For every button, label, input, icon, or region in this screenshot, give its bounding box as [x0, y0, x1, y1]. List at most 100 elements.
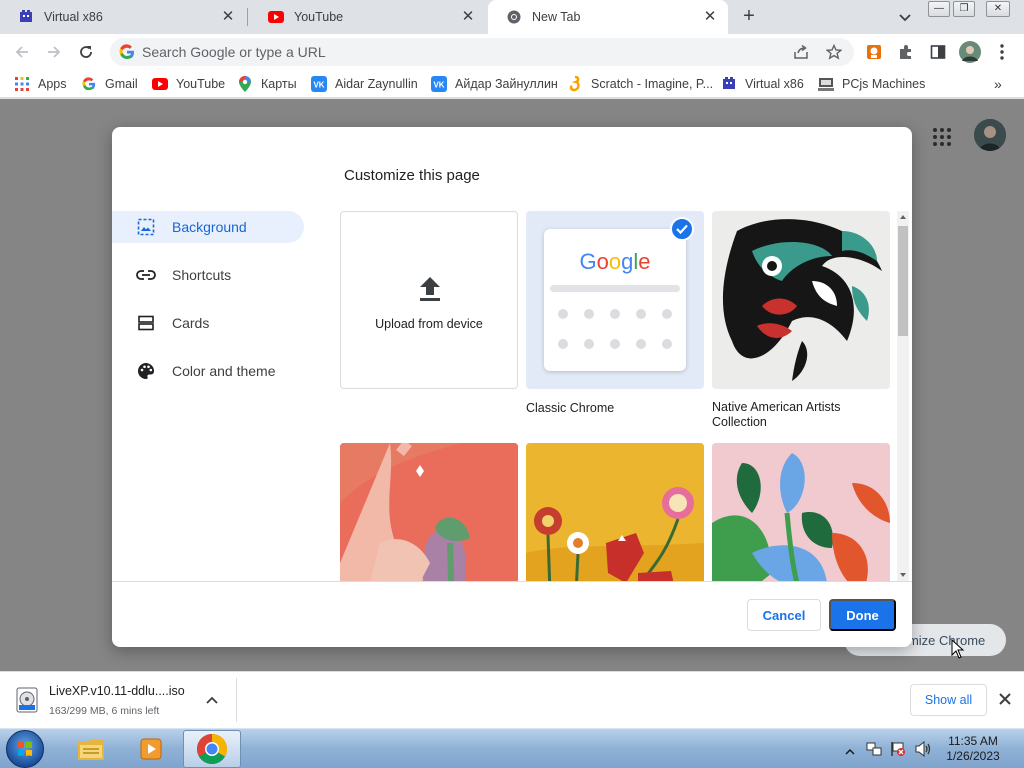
svg-text:VK: VK — [313, 81, 324, 90]
native-american-art-tile[interactable] — [712, 211, 890, 389]
folder-icon — [78, 740, 104, 760]
taskbar-explorer[interactable] — [62, 730, 120, 768]
network-icon[interactable] — [866, 741, 882, 760]
bookmark-label: Карты — [261, 77, 297, 91]
close-tab-icon[interactable]: ✕ — [220, 9, 236, 25]
cancel-button[interactable]: Cancel — [747, 599, 821, 631]
bookmark-pcjs[interactable]: PCjs Machines — [818, 75, 925, 93]
bookmark-star-icon[interactable] — [825, 43, 843, 60]
tab-title: YouTube — [294, 10, 344, 24]
download-status: 163/299 MB, 6 mins left — [49, 705, 160, 717]
x86-icon — [18, 9, 34, 25]
show-all-button[interactable]: Show all — [910, 684, 987, 716]
back-arrow-icon[interactable] — [11, 41, 33, 63]
vk-icon: VK — [431, 76, 447, 92]
side-panel-icon[interactable] — [928, 42, 948, 62]
omnibox[interactable]: Search Google or type a URL — [110, 38, 854, 66]
forward-arrow-icon[interactable] — [43, 41, 65, 63]
iso-file-icon — [15, 687, 39, 716]
restore-window-icon[interactable]: ❐ — [953, 1, 975, 17]
account-avatar[interactable] — [974, 119, 1006, 151]
scratch-icon — [567, 76, 583, 92]
dialog-title: Customize this page — [344, 167, 480, 184]
reload-icon[interactable] — [75, 41, 97, 63]
selected-check-icon — [670, 217, 694, 244]
bookmark-label: Aidar Zaynullin — [335, 77, 418, 91]
browser-toolbar: Search Google or type a URL — [0, 34, 1024, 70]
download-filename[interactable]: LiveXP.v10.11-ddlu....iso — [49, 684, 185, 698]
more-vertical-icon[interactable] — [992, 42, 1012, 62]
upload-icon — [418, 276, 442, 305]
classic-chrome-tile[interactable]: Google — [526, 211, 704, 389]
tray-clock[interactable]: 11:35 AM 1/26/2023 — [940, 734, 1006, 764]
sidebar-item-shortcuts[interactable]: Shortcuts — [112, 259, 304, 291]
tab-new-tab[interactable]: New Tab ✕ — [488, 0, 728, 34]
bookmark-vk-aidar-ru[interactable]: VK Айдар Зайнуллин — [431, 75, 558, 93]
maps-pin-icon — [237, 76, 253, 92]
tab-virtual-x86[interactable]: Virtual x86 ✕ — [0, 0, 246, 34]
image-icon — [136, 217, 156, 237]
close-tab-icon[interactable]: ✕ — [702, 9, 718, 25]
chevron-up-icon[interactable] — [205, 693, 219, 708]
shelf-divider — [236, 678, 237, 722]
upload-from-device-tile[interactable]: Upload from device — [340, 211, 518, 389]
sidebar-item-cards[interactable]: Cards — [112, 307, 304, 339]
bookmark-virtual-x86[interactable]: Virtual x86 — [721, 75, 804, 93]
extension-icon[interactable] — [864, 42, 884, 62]
bookmark-scratch[interactable]: Scratch - Imagine, P... — [567, 75, 713, 93]
action-center-flag-icon[interactable] — [890, 741, 906, 760]
illustration-image-1 — [340, 443, 518, 581]
taskbar-media-player[interactable] — [122, 730, 180, 768]
taskbar-chrome[interactable] — [183, 730, 241, 768]
start-button[interactable] — [6, 730, 44, 768]
sidebar-item-color-theme[interactable]: Color and theme — [112, 355, 304, 387]
bookmark-youtube[interactable]: YouTube — [152, 75, 225, 93]
windows-logo-icon — [18, 741, 32, 756]
sidebar-item-label: Cards — [172, 315, 210, 331]
sidebar-item-background[interactable]: Background — [112, 211, 304, 243]
tray-expand-icon[interactable] — [845, 744, 855, 759]
google-apps-icon[interactable] — [932, 127, 952, 147]
bookmark-label: Gmail — [105, 77, 138, 91]
dialog-scrollbar[interactable] — [897, 211, 909, 581]
x86-icon — [721, 76, 737, 92]
bookmark-gmail[interactable]: Gmail — [81, 75, 138, 93]
share-icon[interactable] — [793, 44, 809, 60]
new-tab-plus-icon[interactable]: + — [738, 6, 760, 28]
chevron-down-icon[interactable] — [896, 8, 914, 26]
illustration-tile-1[interactable] — [340, 443, 518, 581]
palette-icon — [136, 361, 156, 381]
bookmark-apps[interactable]: Apps — [14, 75, 67, 93]
mouse-cursor — [951, 638, 965, 662]
bookmark-vk-aidar[interactable]: VK Aidar Zaynullin — [311, 75, 418, 93]
tab-title: Virtual x86 — [44, 10, 103, 24]
puzzle-extensions-icon[interactable] — [896, 42, 916, 62]
chrome-icon — [506, 9, 522, 25]
link-icon — [136, 265, 156, 285]
tab-strip: Virtual x86 ✕ YouTube ✕ New Tab ✕ + — ❐ … — [0, 0, 1024, 34]
bookmark-maps[interactable]: Карты — [237, 75, 297, 93]
chrome-icon — [196, 734, 228, 765]
volume-icon[interactable] — [914, 740, 932, 760]
apps-grid-icon — [14, 76, 30, 92]
pcjs-icon — [818, 76, 834, 92]
close-tab-icon[interactable]: ✕ — [460, 9, 476, 25]
bookmarks-overflow-icon[interactable]: » — [994, 75, 1002, 93]
classic-chrome-preview: Google — [544, 229, 686, 371]
tray-time: 11:35 AM — [948, 734, 998, 748]
bookmark-label: Apps — [38, 77, 67, 91]
illustration-tile-3[interactable] — [712, 443, 890, 581]
dialog-footer-divider — [112, 581, 912, 582]
bookmark-label: YouTube — [176, 77, 226, 91]
close-window-icon[interactable]: ✕ — [986, 1, 1010, 17]
sidebar-item-label: Color and theme — [172, 363, 276, 379]
tab-divider — [247, 8, 248, 26]
bookmark-label: Айдар Зайнуллин — [455, 77, 558, 91]
youtube-icon — [268, 9, 284, 25]
done-button[interactable]: Done — [829, 599, 896, 631]
close-shelf-icon[interactable] — [998, 692, 1012, 709]
tab-youtube[interactable]: YouTube ✕ — [250, 0, 486, 34]
minimize-window-icon[interactable]: — — [928, 1, 950, 17]
illustration-tile-2[interactable] — [526, 443, 704, 581]
profile-avatar[interactable] — [958, 40, 982, 64]
